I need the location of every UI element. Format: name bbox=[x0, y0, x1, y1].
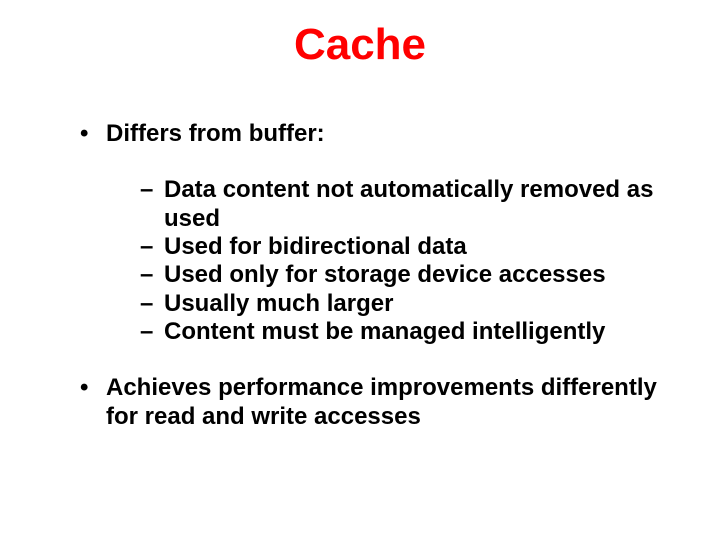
bullet-item: Achieves performance improvements differ… bbox=[80, 374, 660, 431]
dash-icon bbox=[140, 233, 164, 261]
slide-body: Differs from buffer: Data content not au… bbox=[80, 120, 660, 459]
sub-bullet-text: Usually much larger bbox=[164, 290, 660, 318]
dash-icon bbox=[140, 318, 164, 346]
bullet-text: Differs from buffer: bbox=[106, 120, 660, 148]
sub-bullet-list: Data content not automatically removed a… bbox=[140, 176, 660, 346]
sub-bullet-item: Usually much larger bbox=[140, 290, 660, 318]
sub-bullet-item: Data content not automatically removed a… bbox=[140, 176, 660, 233]
dash-icon bbox=[140, 176, 164, 233]
bullet-item: Differs from buffer: bbox=[80, 120, 660, 148]
dash-icon bbox=[140, 290, 164, 318]
bullet-text: Achieves performance improvements differ… bbox=[106, 374, 660, 431]
sub-bullet-item: Used only for storage device accesses bbox=[140, 261, 660, 289]
dash-icon bbox=[140, 261, 164, 289]
sub-bullet-text: Used only for storage device accesses bbox=[164, 261, 660, 289]
bullet-dot-icon bbox=[80, 120, 106, 148]
sub-bullet-text: Content must be managed intelligently bbox=[164, 318, 660, 346]
slide-title: Cache bbox=[0, 20, 720, 70]
sub-bullet-item: Content must be managed intelligently bbox=[140, 318, 660, 346]
sub-bullet-text: Data content not automatically removed a… bbox=[164, 176, 660, 233]
slide: Cache Differs from buffer: Data content … bbox=[0, 0, 720, 540]
bullet-dot-icon bbox=[80, 374, 106, 431]
sub-bullet-text: Used for bidirectional data bbox=[164, 233, 660, 261]
sub-bullet-item: Used for bidirectional data bbox=[140, 233, 660, 261]
